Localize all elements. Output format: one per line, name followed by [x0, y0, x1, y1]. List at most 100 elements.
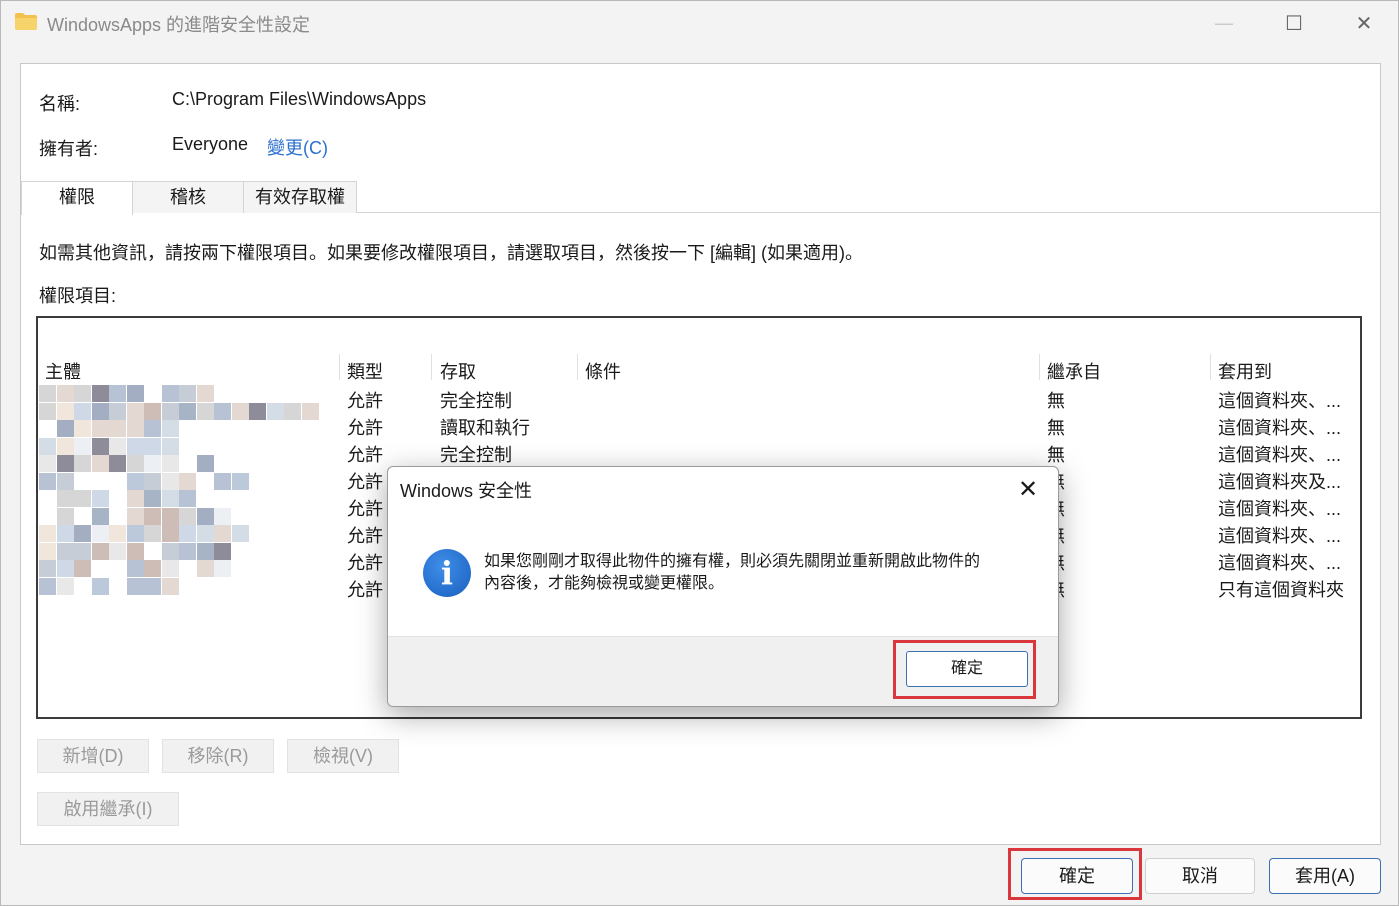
- pixelated-block: [231, 525, 249, 542]
- minimize-button[interactable]: —: [1201, 7, 1247, 39]
- pixelated-block: [39, 437, 56, 455]
- pixelated-block: [91, 507, 109, 525]
- column-principal[interactable]: 主體: [45, 358, 81, 384]
- pixelated-block: [179, 507, 196, 525]
- row-access: 完全控制: [440, 391, 512, 411]
- pixelated-block: [214, 472, 231, 490]
- row-inherited: 無: [1047, 445, 1065, 465]
- pixelated-block: [74, 437, 91, 455]
- row-type: 允許: [347, 553, 383, 573]
- window-title: WindowsApps 的進階安全性設定: [47, 15, 311, 35]
- pixelated-block: [266, 402, 284, 420]
- pixelated-block: [144, 402, 161, 420]
- pixelated-block: [91, 437, 109, 455]
- column-separator: [1039, 354, 1040, 380]
- column-separator: [339, 354, 340, 380]
- column-separator: [1210, 354, 1211, 380]
- pixelated-block: [56, 455, 74, 472]
- column-inherited-from[interactable]: 繼承自: [1047, 358, 1101, 384]
- row-inherited: 無: [1047, 391, 1065, 411]
- cancel-button[interactable]: 取消: [1145, 858, 1255, 894]
- instructions-text: 如需其他資訊，請按兩下權限項目。如果要修改權限項目，請選取項目，然後按一下 [編…: [39, 243, 863, 263]
- folder-icon: [15, 13, 37, 30]
- pixelated-block: [56, 490, 74, 507]
- pixelated-block: [91, 577, 109, 595]
- pixelated-block: [231, 402, 249, 420]
- pixelated-block: [109, 420, 126, 437]
- pixelated-block: [126, 437, 144, 455]
- pixelated-block: [214, 542, 231, 560]
- pixelated-block: [74, 525, 91, 542]
- pixelated-block: [56, 385, 74, 402]
- apply-button[interactable]: 套用(A): [1269, 858, 1381, 894]
- pixelated-block: [91, 455, 109, 472]
- pixelated-block: [39, 385, 56, 402]
- pixelated-block: [144, 560, 161, 577]
- column-access[interactable]: 存取: [440, 358, 476, 384]
- enable-inheritance-button[interactable]: 啟用繼承(I): [37, 792, 179, 826]
- pixelated-block: [56, 472, 74, 490]
- pixelated-block: [56, 525, 74, 542]
- row-applies: 這個資料夾、...: [1218, 418, 1342, 438]
- add-button[interactable]: 新增(D): [37, 739, 149, 773]
- view-button[interactable]: 檢視(V): [287, 739, 399, 773]
- dialog-ok-button[interactable]: 確定: [906, 651, 1028, 687]
- pixelated-block: [126, 420, 144, 437]
- column-separator: [431, 354, 432, 380]
- dialog-footer: 確定: [388, 636, 1058, 706]
- pixelated-block: [161, 402, 179, 420]
- pixelated-block: [214, 402, 231, 420]
- row-applies: 這個資料夾、...: [1218, 553, 1342, 573]
- pixelated-block: [39, 455, 56, 472]
- column-type[interactable]: 類型: [347, 358, 383, 384]
- tab-permissions[interactable]: 權限: [21, 181, 133, 215]
- pixelated-block: [91, 420, 109, 437]
- change-owner-link[interactable]: 變更(C): [267, 134, 328, 160]
- remove-button[interactable]: 移除(R): [162, 739, 274, 773]
- row-type: 允許: [347, 391, 383, 411]
- pixelated-block: [109, 542, 126, 560]
- pixelated-block: [56, 542, 74, 560]
- pixelated-block: [109, 437, 126, 455]
- pixelated-block: [231, 472, 249, 490]
- row-type: 允許: [347, 445, 383, 465]
- pixelated-block: [126, 525, 144, 542]
- column-condition[interactable]: 條件: [585, 358, 621, 384]
- dialog-title: Windows 安全性: [400, 481, 533, 501]
- pixelated-block: [179, 472, 196, 490]
- pixelated-block: [74, 420, 91, 437]
- ok-button[interactable]: 確定: [1021, 858, 1133, 894]
- pixelated-block: [126, 490, 144, 507]
- pixelated-block: [126, 542, 144, 560]
- pixelated-block: [196, 525, 214, 542]
- pixelated-block: [144, 437, 161, 455]
- pixelated-block: [161, 420, 179, 437]
- pixelated-block: [196, 560, 214, 577]
- pixelated-block: [74, 402, 91, 420]
- row-type: 允許: [347, 526, 383, 546]
- close-button[interactable]: ✕: [1341, 7, 1387, 39]
- pixelated-block: [126, 455, 144, 472]
- row-inherited: 無: [1047, 418, 1065, 438]
- pixelated-block: [126, 577, 144, 595]
- dialog-close-icon[interactable]: ✕: [1018, 475, 1038, 503]
- pixelated-block: [214, 525, 231, 542]
- title-bar[interactable]: WindowsApps 的進階安全性設定 — ☐ ✕: [1, 1, 1398, 45]
- pixelated-block: [179, 490, 196, 507]
- tab-auditing[interactable]: 稽核: [132, 181, 244, 213]
- column-applies-to[interactable]: 套用到: [1218, 358, 1272, 384]
- pixelated-block: [126, 402, 144, 420]
- row-applies: 這個資料夾、...: [1218, 499, 1342, 519]
- pixelated-block: [249, 402, 266, 420]
- tab-effective-access[interactable]: 有效存取權: [243, 181, 357, 213]
- pixelated-block: [56, 507, 74, 525]
- pixelated-block: [56, 402, 74, 420]
- windows-security-dialog: Windows 安全性 ✕ i 如果您剛剛才取得此物件的擁有權，則必須先關閉並重…: [387, 466, 1059, 707]
- pixelated-block: [179, 525, 196, 542]
- pixelated-block: [161, 437, 179, 455]
- pixelated-block: [74, 385, 91, 402]
- maximize-button[interactable]: ☐: [1271, 7, 1317, 39]
- pixelated-block: [126, 507, 144, 525]
- pixelated-block: [196, 455, 214, 472]
- entries-label: 權限項目:: [39, 286, 117, 306]
